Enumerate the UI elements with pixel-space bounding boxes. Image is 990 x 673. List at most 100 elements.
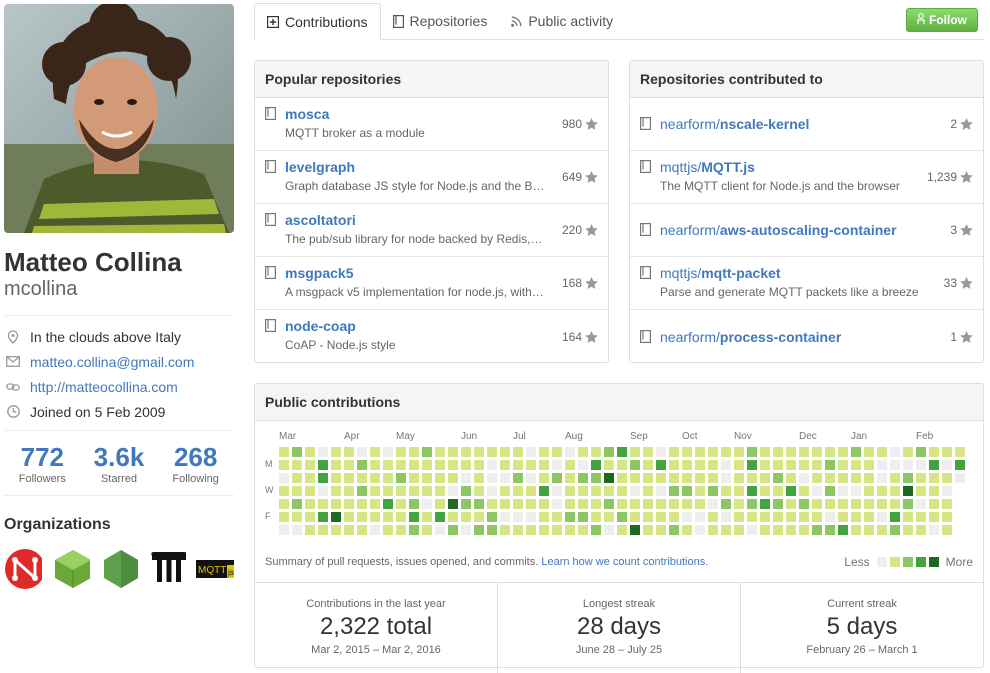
contribution-day[interactable] — [630, 447, 640, 457]
contribution-day[interactable] — [708, 460, 718, 470]
repo-row[interactable]: node-coap CoAP - Node.js style 164 — [255, 310, 608, 363]
contribution-day[interactable] — [760, 486, 770, 496]
contribution-day[interactable] — [838, 486, 848, 496]
contribution-day[interactable] — [383, 486, 393, 496]
contribution-day[interactable] — [734, 525, 744, 535]
contribution-day[interactable] — [526, 460, 536, 470]
contribution-day[interactable] — [708, 525, 718, 535]
learn-more-link[interactable]: Learn how we count contributions. — [541, 556, 708, 568]
contribution-day[interactable] — [877, 473, 887, 483]
contribution-day[interactable] — [461, 486, 471, 496]
contribution-day[interactable] — [487, 486, 497, 496]
contribution-day[interactable] — [409, 447, 419, 457]
contribution-day[interactable] — [942, 473, 952, 483]
contribution-day[interactable] — [448, 473, 458, 483]
stat-following[interactable]: 268 Following — [158, 443, 234, 485]
contribution-day[interactable] — [422, 525, 432, 535]
contribution-day[interactable] — [747, 499, 757, 509]
contribution-day[interactable] — [773, 447, 783, 457]
contribution-day[interactable] — [695, 447, 705, 457]
contribution-day[interactable] — [578, 473, 588, 483]
contribution-day[interactable] — [903, 512, 913, 522]
contribution-day[interactable] — [656, 460, 666, 470]
contribution-day[interactable] — [604, 525, 614, 535]
contribution-day[interactable] — [526, 447, 536, 457]
contribution-day[interactable] — [669, 525, 679, 535]
contribution-day[interactable] — [786, 512, 796, 522]
contribution-day[interactable] — [825, 486, 835, 496]
contribution-day[interactable] — [435, 447, 445, 457]
repo-stars[interactable]: 980 — [562, 117, 598, 131]
contribution-day[interactable] — [773, 499, 783, 509]
contribution-day[interactable] — [708, 486, 718, 496]
contribution-day[interactable] — [344, 512, 354, 522]
contribution-day[interactable] — [773, 525, 783, 535]
contribution-day[interactable] — [370, 447, 380, 457]
contribution-day[interactable] — [903, 499, 913, 509]
repo-name-link[interactable]: mqttjs/mqtt-packet — [660, 264, 920, 282]
contribution-day[interactable] — [448, 447, 458, 457]
contribution-day[interactable] — [617, 473, 627, 483]
contribution-day[interactable] — [474, 499, 484, 509]
contribution-day[interactable] — [383, 447, 393, 457]
tab-public-activity[interactable]: Public activity — [499, 3, 625, 39]
contribution-day[interactable] — [318, 499, 328, 509]
contribution-day[interactable] — [565, 525, 575, 535]
contribution-day[interactable] — [942, 460, 952, 470]
contribution-day[interactable] — [799, 512, 809, 522]
contribution-day[interactable] — [500, 499, 510, 509]
avatar[interactable] — [4, 4, 234, 233]
contribution-day[interactable] — [669, 473, 679, 483]
contribution-day[interactable] — [422, 460, 432, 470]
contribution-day[interactable] — [786, 447, 796, 457]
contribution-day[interactable] — [851, 447, 861, 457]
contribution-day[interactable] — [903, 447, 913, 457]
contribution-day[interactable] — [448, 486, 458, 496]
contribution-day[interactable] — [604, 460, 614, 470]
contribution-day[interactable] — [539, 499, 549, 509]
contribution-day[interactable] — [812, 512, 822, 522]
repo-row[interactable]: mqttjs/mqtt-packet Parse and generate MQT… — [630, 257, 983, 310]
contribution-day[interactable] — [799, 460, 809, 470]
contribution-day[interactable] — [838, 473, 848, 483]
contribution-day[interactable] — [578, 460, 588, 470]
contribution-day[interactable] — [682, 486, 692, 496]
contribution-day[interactable] — [357, 473, 367, 483]
contribution-day[interactable] — [838, 525, 848, 535]
contribution-day[interactable] — [526, 486, 536, 496]
contribution-day[interactable] — [942, 447, 952, 457]
contribution-day[interactable] — [305, 525, 315, 535]
contribution-day[interactable] — [942, 499, 952, 509]
contribution-day[interactable] — [552, 473, 562, 483]
contribution-day[interactable] — [552, 460, 562, 470]
contribution-day[interactable] — [890, 512, 900, 522]
contribution-day[interactable] — [357, 525, 367, 535]
contribution-day[interactable] — [825, 499, 835, 509]
contribution-day[interactable] — [552, 512, 562, 522]
contribution-day[interactable] — [864, 512, 874, 522]
contribution-day[interactable] — [539, 486, 549, 496]
contribution-day[interactable] — [786, 473, 796, 483]
contribution-day[interactable] — [513, 512, 523, 522]
contribution-day[interactable] — [825, 473, 835, 483]
contribution-day[interactable] — [292, 512, 302, 522]
contribution-day[interactable] — [409, 512, 419, 522]
contribution-day[interactable] — [383, 525, 393, 535]
contribution-day[interactable] — [916, 486, 926, 496]
contribution-day[interactable] — [305, 499, 315, 509]
contribution-day[interactable] — [877, 512, 887, 522]
contribution-day[interactable] — [344, 499, 354, 509]
contribution-day[interactable] — [565, 460, 575, 470]
contribution-day[interactable] — [656, 473, 666, 483]
contribution-day[interactable] — [812, 486, 822, 496]
contribution-day[interactable] — [305, 486, 315, 496]
contribution-day[interactable] — [812, 499, 822, 509]
contribution-day[interactable] — [708, 473, 718, 483]
repo-stars[interactable]: 1 — [950, 330, 973, 344]
contribution-day[interactable] — [591, 473, 601, 483]
contribution-day[interactable] — [383, 460, 393, 470]
contribution-day[interactable] — [903, 486, 913, 496]
contribution-day[interactable] — [773, 512, 783, 522]
contribution-day[interactable] — [383, 512, 393, 522]
contribution-day[interactable] — [708, 512, 718, 522]
